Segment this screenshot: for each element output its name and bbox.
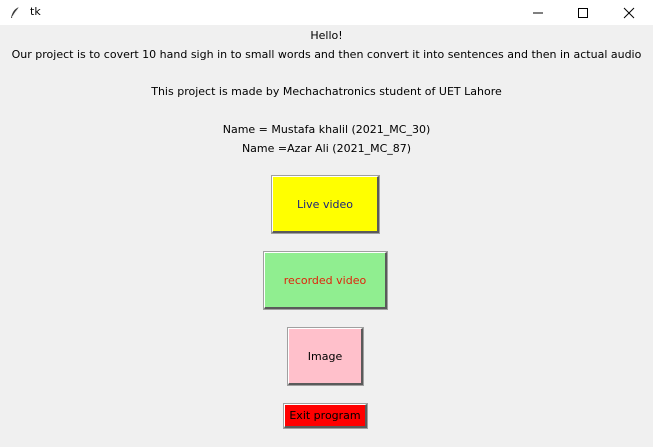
greeting-label: Hello! xyxy=(310,29,343,42)
maximize-button[interactable] xyxy=(560,0,606,25)
window-title: tk xyxy=(30,5,41,18)
maximize-icon xyxy=(578,8,588,18)
feather-icon xyxy=(8,5,22,19)
credit-label: This project is made by Mechachatronics … xyxy=(151,85,502,98)
name-label-2: Name =Azar Ali (2021_MC_87) xyxy=(241,142,412,155)
close-icon xyxy=(623,7,635,19)
name-label-1: Name = Mustafa khalil (2021_MC_30) xyxy=(222,123,431,136)
live-video-button[interactable]: Live video xyxy=(271,175,380,234)
minimize-button[interactable] xyxy=(515,0,561,25)
minimize-icon xyxy=(533,12,543,14)
title-bar: tk xyxy=(0,0,653,25)
recorded-video-button[interactable]: recorded video xyxy=(263,251,388,310)
main-window-content: Hello! Our project is to covert 10 hand … xyxy=(0,25,653,447)
exit-program-button[interactable]: Exit program xyxy=(283,403,368,429)
description-label: Our project is to covert 10 hand sigh in… xyxy=(11,48,642,61)
image-button[interactable]: Image xyxy=(287,327,364,386)
close-button[interactable] xyxy=(606,0,652,25)
